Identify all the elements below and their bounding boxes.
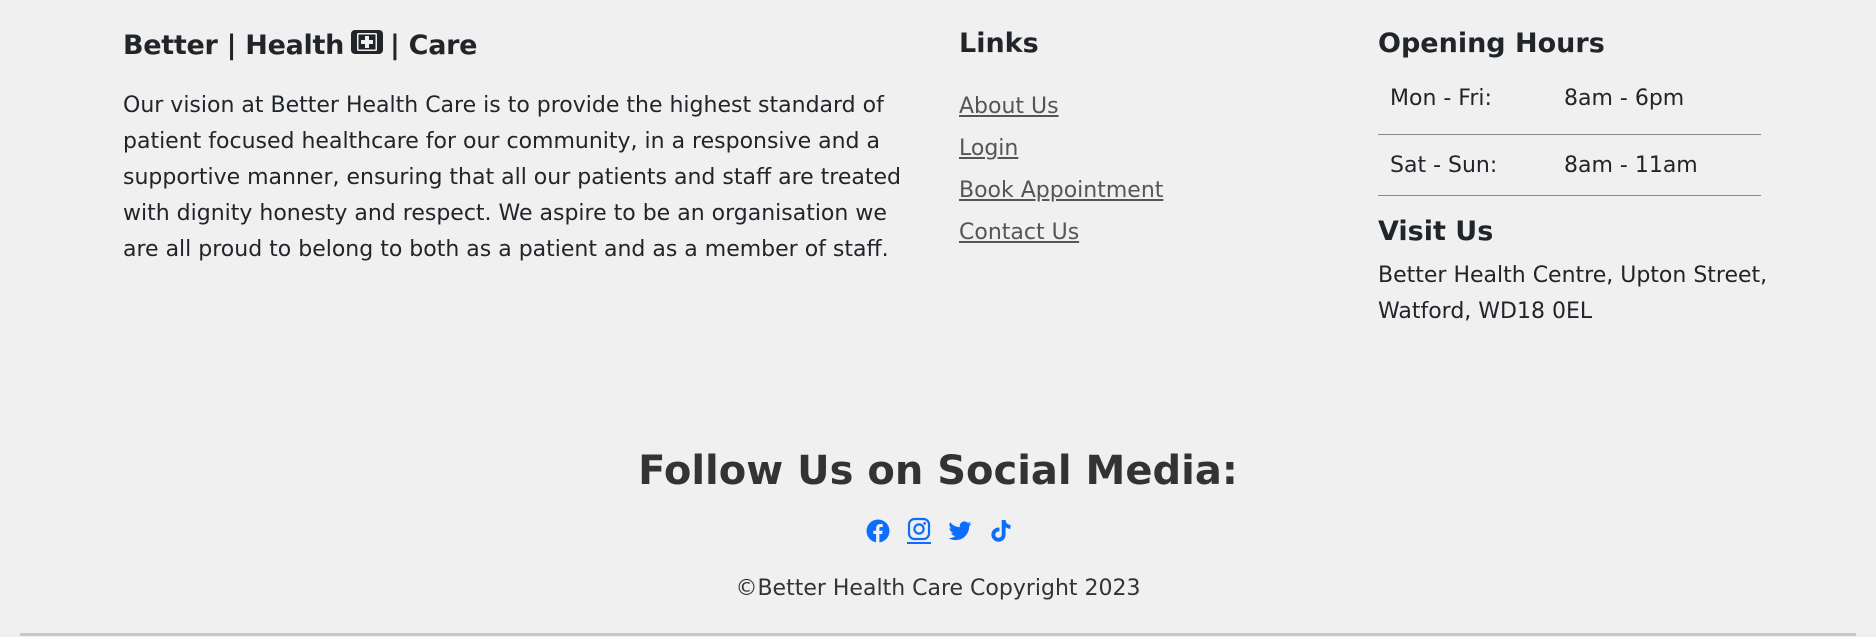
visit-us-heading: Visit Us [1378, 216, 1494, 247]
list-item: Contact Us [959, 215, 1163, 257]
hours-time: 8am - 6pm [1552, 80, 1761, 135]
tiktok-icon[interactable] [989, 519, 1013, 543]
table-row: Mon - Fri: 8am - 6pm [1378, 80, 1761, 135]
about-us-link[interactable]: About Us [959, 94, 1059, 119]
hours-day: Sat - Sun: [1378, 134, 1552, 196]
facebook-icon[interactable] [866, 519, 890, 543]
hours-time: 8am - 11am [1552, 134, 1761, 196]
twitter-icon[interactable] [948, 519, 972, 543]
social-icons [866, 517, 1013, 544]
opening-hours-heading: Opening Hours [1378, 28, 1605, 59]
social-heading: Follow Us on Social Media: [638, 448, 1238, 494]
address-text: Better Health Centre, Upton Street, Watf… [1378, 263, 1768, 324]
opening-hours-table: Mon - Fri: 8am - 6pm Sat - Sun: 8am - 11… [1378, 80, 1761, 196]
contact-us-link[interactable]: Contact Us [959, 220, 1079, 245]
hours-day: Mon - Fri: [1378, 80, 1552, 135]
links-heading: Links [959, 28, 1039, 59]
footer-brand: Better | Health | Care [123, 28, 477, 63]
brand-text-part2: | Care [390, 30, 478, 61]
login-link[interactable]: Login [959, 136, 1018, 161]
book-appointment-link[interactable]: Book Appointment [959, 178, 1163, 203]
bottom-divider [20, 633, 1856, 636]
table-row: Sat - Sun: 8am - 11am [1378, 134, 1761, 196]
medical-kit-icon [350, 28, 384, 63]
vision-statement: Our vision at Better Health Care is to p… [123, 93, 901, 262]
copyright-text: ©Better Health Care Copyright 2023 [735, 576, 1141, 601]
list-item: About Us [959, 89, 1163, 131]
list-item: Book Appointment [959, 173, 1163, 215]
brand-text-part1: Better | Health [123, 30, 345, 61]
list-item: Login [959, 131, 1163, 173]
instagram-icon[interactable] [907, 517, 931, 544]
footer-links-list: About Us Login Book Appointment Contact … [959, 89, 1163, 257]
